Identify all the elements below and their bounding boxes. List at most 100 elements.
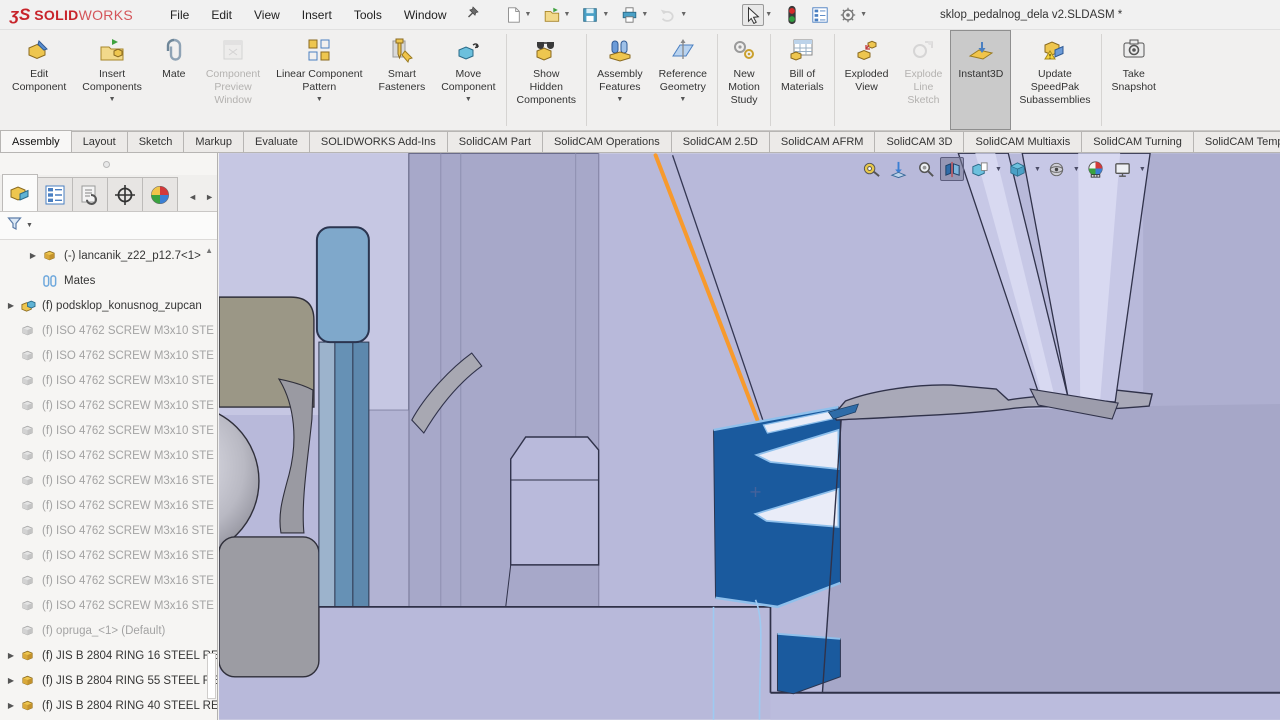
tree-item[interactable]: ▶(f) podsklop_konusnog_zupcan xyxy=(0,293,217,318)
menu-edit[interactable]: Edit xyxy=(200,0,243,30)
update-speedpak-button[interactable]: Update SpeedPak Subassemblies xyxy=(1011,30,1098,130)
sleeve-strip[interactable] xyxy=(369,410,409,607)
menu-insert[interactable]: Insert xyxy=(291,0,343,30)
reference-geometry-button[interactable]: Reference Geometry▼ xyxy=(651,30,715,130)
dropdown-caret-icon[interactable]: ▼ xyxy=(765,11,772,18)
tab-solidcam-2-5d[interactable]: SolidCAM 2.5D xyxy=(671,131,770,152)
tree-item[interactable]: (f) ISO 4762 SCREW M3x16 STE xyxy=(0,493,217,518)
panel-tab-next-icon[interactable]: ► xyxy=(202,191,217,203)
tree-item[interactable]: (f) opruga_<1> (Default) xyxy=(0,618,217,643)
tab-solidcam-turning[interactable]: SolidCAM Turning xyxy=(1081,131,1194,152)
dropdown-caret-icon[interactable]: ▼ xyxy=(616,96,623,103)
graphics-viewport[interactable]: ▼▼▼▼ xyxy=(219,153,1280,720)
new-document-icon[interactable] xyxy=(502,4,524,26)
panel-scrollbar-thumb[interactable] xyxy=(207,653,216,699)
dropdown-caret-icon[interactable]: ▼ xyxy=(1034,166,1041,173)
tree-item[interactable]: ▶(f) JIS B 2804 RING 16 STEEL RE xyxy=(0,643,217,668)
take-snapshot-button[interactable]: Take Snapshot xyxy=(1104,30,1164,130)
dimxpertmanager-tab[interactable] xyxy=(107,177,143,211)
hide-show-items-icon[interactable] xyxy=(1045,157,1069,181)
expand-arrow-icon[interactable]: ▶ xyxy=(6,701,16,710)
tree-item[interactable]: (f) ISO 4762 SCREW M3x10 STE xyxy=(0,443,217,468)
tree-item[interactable]: ▶(f) JIS B 2804 RING 55 STEEL RE xyxy=(0,668,217,693)
spacer-strip-dark[interactable] xyxy=(353,342,369,607)
tree-item[interactable]: (f) ISO 4762 SCREW M3x10 STE xyxy=(0,418,217,443)
spacer-strip-teal[interactable] xyxy=(335,342,353,607)
tree-item[interactable]: Mates xyxy=(0,268,217,293)
tree-item[interactable]: ▶(f) JIS B 2804 RING 40 STEEL RE xyxy=(0,693,217,717)
pin-icon[interactable] xyxy=(466,5,480,24)
boss-section[interactable] xyxy=(511,437,599,565)
menu-file[interactable]: File xyxy=(159,0,200,30)
select-cursor-icon[interactable] xyxy=(742,4,764,26)
dropdown-caret-icon[interactable]: ▼ xyxy=(641,11,648,18)
new-motion-study-button[interactable]: New Motion Study xyxy=(720,30,768,130)
tree-item[interactable]: (f) ISO 4762 SCREW M3x16 STE xyxy=(0,593,217,618)
settings-gear-icon[interactable] xyxy=(837,4,859,26)
dropdown-caret-icon[interactable]: ▼ xyxy=(602,11,609,18)
dropdown-caret-icon[interactable]: ▼ xyxy=(109,96,116,103)
base-strip[interactable] xyxy=(770,694,1280,720)
menu-tools[interactable]: Tools xyxy=(343,0,393,30)
dropdown-caret-icon[interactable]: ▼ xyxy=(679,96,686,103)
open-icon[interactable] xyxy=(540,4,562,26)
pin-section[interactable] xyxy=(317,227,369,342)
propertymanager-tab[interactable] xyxy=(37,177,73,211)
menu-window[interactable]: Window xyxy=(393,0,458,30)
tab-solidcam-multiaxis[interactable]: SolidCAM Multiaxis xyxy=(963,131,1082,152)
zoom-to-fit-icon[interactable] xyxy=(886,157,910,181)
view-orientation-icon[interactable] xyxy=(967,157,991,181)
evaluate-list-icon[interactable] xyxy=(809,4,831,26)
tab-solidcam-afrm[interactable]: SolidCAM AFRM xyxy=(769,131,876,152)
dropdown-caret-icon[interactable]: ▼ xyxy=(525,11,532,18)
splitter-handle-icon[interactable] xyxy=(103,161,110,168)
tab-solidcam-part[interactable]: SolidCAM Part xyxy=(447,131,543,152)
tab-solidcam-3d[interactable]: SolidCAM 3D xyxy=(874,131,964,152)
tab-sketch[interactable]: Sketch xyxy=(127,131,185,152)
tree-item[interactable]: (f) ISO 4762 SCREW M3x10 STE xyxy=(0,393,217,418)
exploded-view-button[interactable]: Exploded View xyxy=(837,30,897,130)
tab-solidcam-operations[interactable]: SolidCAM Operations xyxy=(542,131,672,152)
dropdown-caret-icon[interactable]: ▼ xyxy=(995,166,1002,173)
mate-button[interactable]: Mate xyxy=(150,30,198,130)
spacer-strip-light[interactable] xyxy=(319,342,335,607)
tree-scroll-up-icon[interactable]: ▲ xyxy=(205,246,213,255)
crank-face-section[interactable] xyxy=(822,404,1280,693)
assembly-features-button[interactable]: Assembly Features▼ xyxy=(589,30,651,130)
tree-item[interactable]: (f) ISO 4762 SCREW M3x16 STE xyxy=(0,468,217,493)
menu-view[interactable]: View xyxy=(243,0,291,30)
zoom-to-area-icon[interactable] xyxy=(913,157,937,181)
expand-arrow-icon[interactable]: ▶ xyxy=(6,301,16,310)
edit-component-button[interactable]: Edit Component xyxy=(4,30,74,130)
display-style-icon[interactable] xyxy=(1006,157,1030,181)
tree-item[interactable]: (f) ISO 4762 SCREW M3x10 STE xyxy=(0,368,217,393)
tree-item[interactable]: (f) ISO 4762 SCREW M3x10 STE xyxy=(0,343,217,368)
smart-fasteners-button[interactable]: Smart Fasteners xyxy=(371,30,434,130)
view-settings-icon[interactable] xyxy=(1111,157,1135,181)
dropdown-caret-icon[interactable]: ▼ xyxy=(1139,166,1146,173)
filter-caret-icon[interactable]: ▼ xyxy=(26,222,33,229)
tree-item[interactable]: (f) ISO 4762 SCREW M3x16 STE xyxy=(0,568,217,593)
tab-markup[interactable]: Markup xyxy=(183,131,244,152)
instant3d-button[interactable]: Instant3D xyxy=(950,30,1011,130)
show-hidden-components-button[interactable]: Show Hidden Components xyxy=(509,30,585,130)
measure-icon[interactable] xyxy=(859,157,883,181)
tree-item[interactable]: (f) ISO 4762 SCREW M3x16 STE xyxy=(0,518,217,543)
move-component-button[interactable]: Move Component▼ xyxy=(433,30,503,130)
expand-arrow-icon[interactable]: ▶ xyxy=(6,651,16,660)
featuremanager-tab[interactable] xyxy=(2,174,38,211)
dropdown-caret-icon[interactable]: ▼ xyxy=(860,11,867,18)
bill-of-materials-button[interactable]: Bill of Materials xyxy=(773,30,832,130)
tab-assembly[interactable]: Assembly xyxy=(0,130,72,152)
insert-components-button[interactable]: Insert Components▼ xyxy=(74,30,150,130)
print-icon[interactable] xyxy=(618,4,640,26)
dropdown-caret-icon[interactable]: ▼ xyxy=(563,11,570,18)
panel-tab-prev-icon[interactable]: ◄ xyxy=(185,191,200,203)
tab-solidcam-templates[interactable]: SolidCAM Templates xyxy=(1193,131,1280,152)
linear-component-pattern-button[interactable]: Linear Component Pattern▼ xyxy=(268,30,370,130)
filter-icon[interactable] xyxy=(6,215,23,237)
dropdown-caret-icon[interactable]: ▼ xyxy=(316,96,323,103)
dropdown-caret-icon[interactable]: ▼ xyxy=(465,96,472,103)
expand-arrow-icon[interactable]: ▶ xyxy=(28,251,38,260)
tree-item[interactable]: (f) ISO 4762 SCREW M3x10 STE xyxy=(0,318,217,343)
